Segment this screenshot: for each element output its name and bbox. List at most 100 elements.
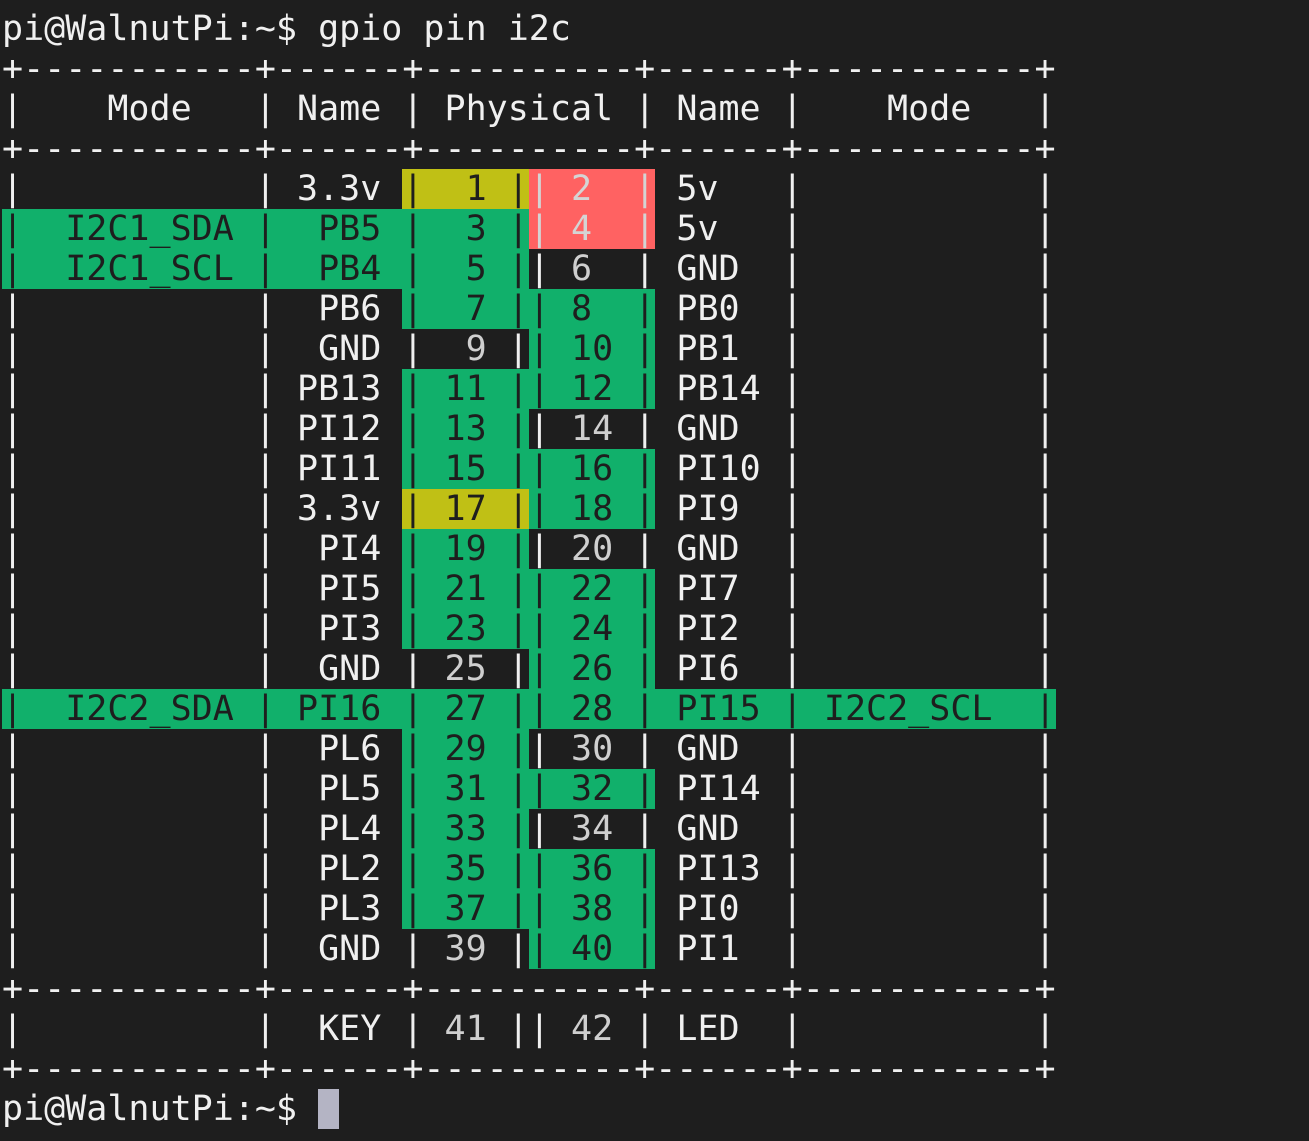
right-name-cell: LED | — [655, 1009, 803, 1049]
block-cursor — [318, 1089, 340, 1129]
right-name-cell: GND | — [655, 529, 803, 569]
left-pin-cell: | 17 | — [402, 489, 529, 529]
left-mode-cell: | — [2, 329, 255, 369]
left-mode-cell: | — [2, 289, 255, 329]
prompt-line[interactable]: pi@WalnutPi:~$ — [2, 1089, 1056, 1129]
left-pin-cell: | 41 | — [402, 1009, 529, 1049]
right-pin-cell: | 26 | — [528, 649, 656, 689]
left-mode-cell: | I2C1_SDA — [2, 209, 255, 249]
terminal-window[interactable]: pi@WalnutPi:~$ gpio pin i2c +-----------… — [2, 9, 1056, 1129]
right-name-cell: PI15 | — [655, 689, 803, 729]
pin-number: 3 — [423, 209, 508, 249]
right-pin-cell: | 22 | — [528, 569, 656, 609]
right-name-cell: PI2 | — [655, 609, 803, 649]
left-name-cell: | PI3 — [254, 609, 403, 649]
right-pin-cell: | 8 | — [528, 289, 656, 329]
right-name-cell: PI13 | — [655, 849, 803, 889]
pin-number: 23 — [423, 609, 508, 649]
left-mode-cell: | — [2, 649, 255, 689]
left-pin-cell: | 23 | — [402, 609, 529, 649]
left-mode-cell: | — [2, 929, 255, 969]
left-pin-cell: | 39 | — [402, 929, 529, 969]
right-pin-cell: | 34 | — [528, 809, 656, 849]
right-pin-cell: | 10 | — [528, 329, 656, 369]
right-name-cell: PI6 | — [655, 649, 803, 689]
right-name-cell: PB0 | — [655, 289, 803, 329]
left-name-cell: | KEY — [254, 1009, 403, 1049]
pin-row: | | PI4 | 19 | | 20 | GND | | — [2, 529, 1056, 569]
left-name-cell: | 3.3v — [254, 489, 403, 529]
right-mode-cell: I2C2_SCL | — [802, 689, 1056, 729]
left-mode-cell: | — [2, 809, 255, 849]
right-name-cell: PI7 | — [655, 569, 803, 609]
pin-number: 14 — [549, 409, 635, 449]
right-mode-cell: | — [802, 329, 1056, 369]
left-name-cell: | GND — [254, 329, 403, 369]
pin-number: 16 — [549, 449, 635, 489]
left-pin-cell: | 29 | — [402, 729, 529, 769]
pin-number: 37 — [423, 889, 508, 929]
pin-number: 41 — [423, 1009, 508, 1049]
left-name-cell: | PL4 — [254, 809, 403, 849]
left-name-cell: | PL3 — [254, 889, 403, 929]
right-name-cell: PB14 | — [655, 369, 803, 409]
left-pin-cell: | 13 | — [402, 409, 529, 449]
right-pin-cell: | 24 | — [528, 609, 656, 649]
left-name-cell: | PB5 — [254, 209, 403, 249]
right-mode-cell: | — [802, 649, 1056, 689]
shell-prompt-final: pi@WalnutPi:~$ — [2, 1089, 319, 1129]
left-mode-cell: | — [2, 489, 255, 529]
pin-row: | | PI5 | 21 | | 22 | PI7 | | — [2, 569, 1056, 609]
pin-row: | | GND | 39 | | 40 | PI1 | | — [2, 929, 1056, 969]
left-pin-cell: | 25 | — [402, 649, 529, 689]
left-mode-cell: | — [2, 729, 255, 769]
right-name-cell: PI9 | — [655, 489, 803, 529]
left-name-cell: | PB4 — [254, 249, 403, 289]
pin-number: 22 — [549, 569, 635, 609]
left-pin-cell: | 3 | — [402, 209, 529, 249]
right-mode-cell: | — [802, 529, 1056, 569]
left-mode-cell: | — [2, 409, 255, 449]
right-name-cell: 5v | — [655, 169, 803, 209]
table-border-bottom: +-----------+------+----------+------+--… — [2, 1049, 1056, 1089]
pin-number: 6 — [549, 249, 635, 289]
right-name-cell: PI0 | — [655, 889, 803, 929]
pin-number: 31 — [423, 769, 508, 809]
right-mode-cell: | — [802, 289, 1056, 329]
left-pin-cell: | 35 | — [402, 849, 529, 889]
pin-number: 33 — [423, 809, 508, 849]
right-mode-cell: | — [802, 449, 1056, 489]
pin-row: | | GND | 9 | | 10 | PB1 | | — [2, 329, 1056, 369]
left-mode-cell: | — [2, 569, 255, 609]
pin-table-body: | | 3.3v | 1 | | 2 | 5v | | | I2C1_SDA | P… — [2, 169, 1056, 969]
pin-number: 28 — [549, 689, 635, 729]
left-mode-cell: | — [2, 769, 255, 809]
left-name-cell: | GND — [254, 929, 403, 969]
left-name-cell: | PL5 — [254, 769, 403, 809]
pin-number: 17 — [423, 489, 508, 529]
left-pin-cell: | 9 | — [402, 329, 529, 369]
pin-number: 2 — [549, 169, 635, 209]
right-pin-cell: | 2 | — [528, 169, 656, 209]
right-mode-cell: | — [802, 889, 1056, 929]
header-physical: | Physical — [402, 89, 635, 129]
right-mode-cell: | — [802, 769, 1056, 809]
header-left-name: | Name — [254, 89, 403, 129]
pin-number: 12 — [549, 369, 635, 409]
right-mode-cell: | — [802, 249, 1056, 289]
pin-row: | | PL4 | 33 | | 34 | GND | | — [2, 809, 1056, 849]
pin-number: 10 — [549, 329, 635, 369]
right-pin-cell: | 16 | — [528, 449, 656, 489]
right-mode-cell: | — [802, 809, 1056, 849]
pin-number: 26 — [549, 649, 635, 689]
pin-number: 18 — [549, 489, 635, 529]
right-pin-cell: | 14 | — [528, 409, 656, 449]
right-pin-cell: | 28 | — [528, 689, 656, 729]
left-mode-cell: | — [2, 369, 255, 409]
right-mode-cell: | — [802, 489, 1056, 529]
pin-number: 35 — [423, 849, 508, 889]
left-pin-cell: | 33 | — [402, 809, 529, 849]
header-left-mode: | Mode — [2, 89, 255, 129]
left-mode-cell: | — [2, 529, 255, 569]
right-pin-cell: | 18 | — [528, 489, 656, 529]
